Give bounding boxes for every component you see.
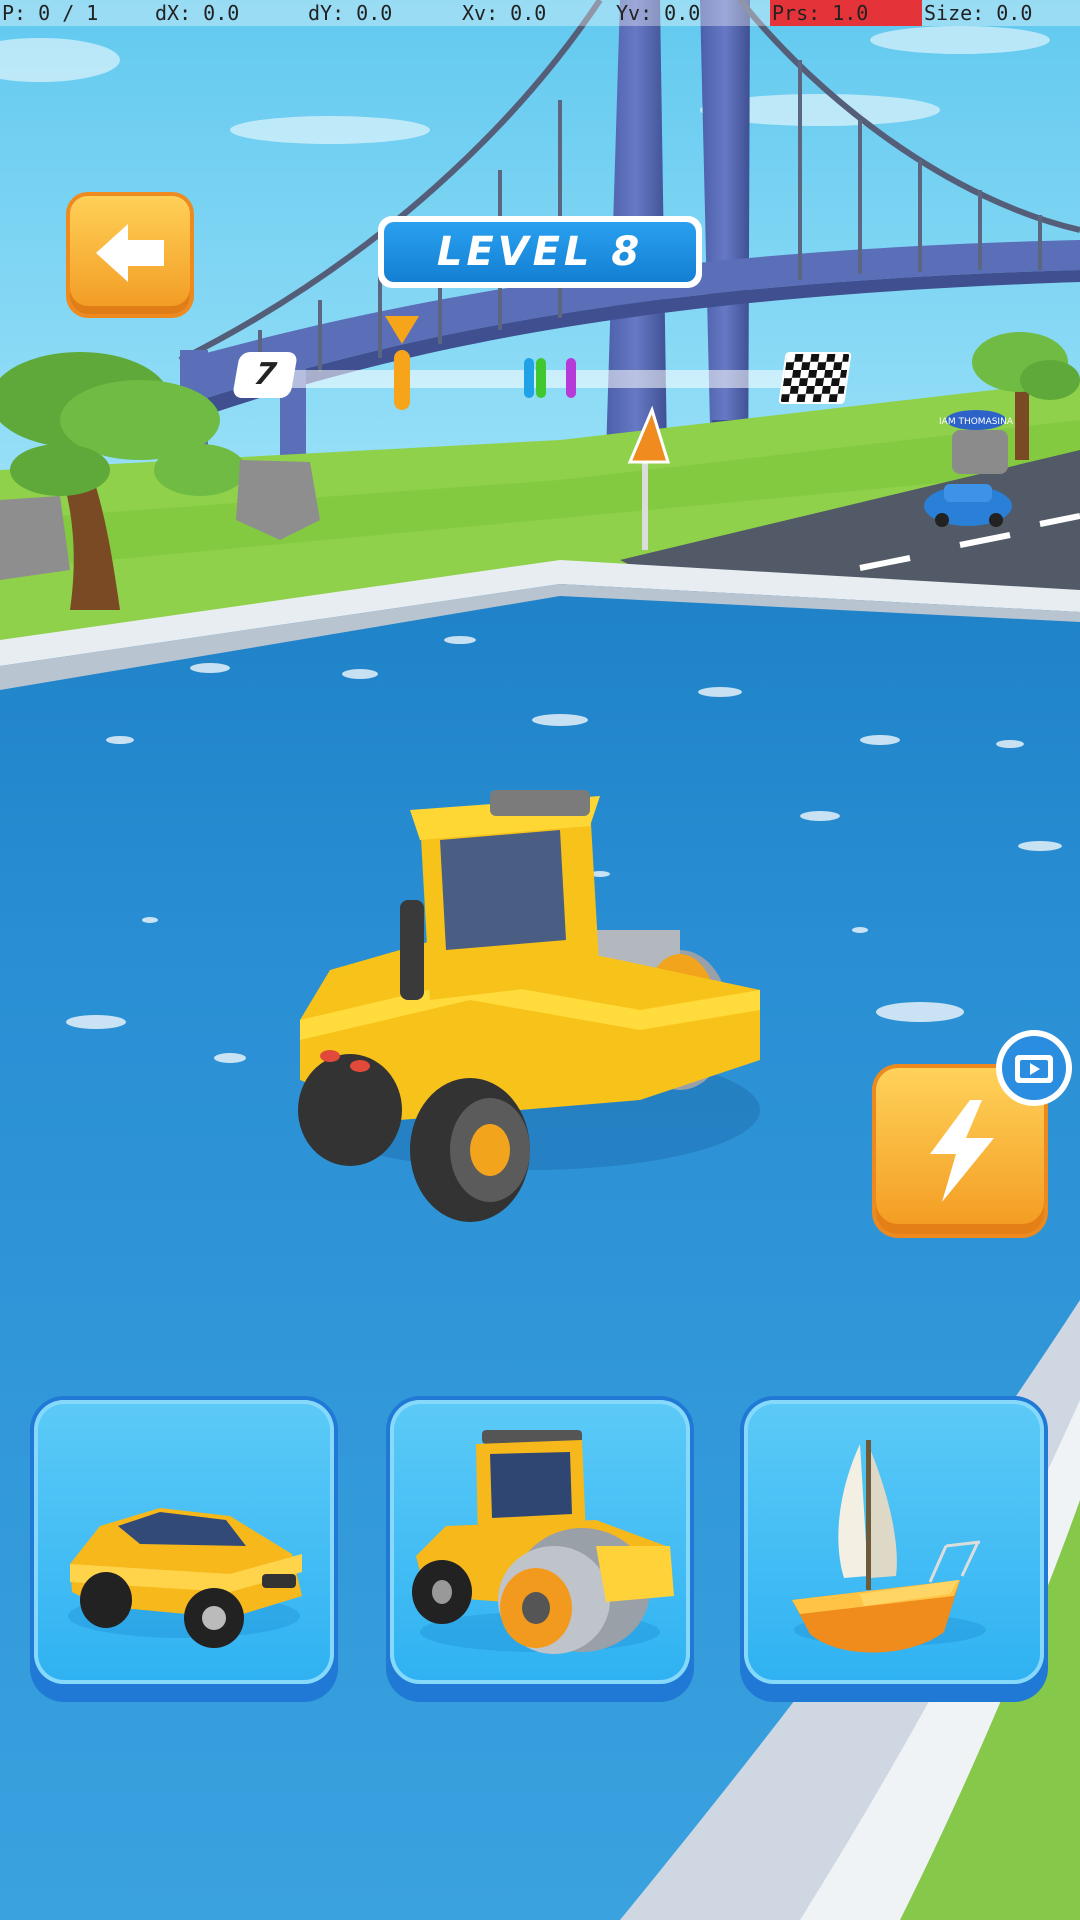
arrow-left-icon xyxy=(96,224,164,282)
debug-dy: dY: 0.0 xyxy=(308,1,393,25)
level-banner: LEVEL 8 xyxy=(378,216,702,288)
player-pointer-icon xyxy=(385,316,419,344)
rival-marker-green xyxy=(536,358,546,398)
sailboat-icon xyxy=(792,1440,986,1653)
rival-marker-blue xyxy=(524,358,534,398)
debug-overlay: P: 0 / 1 dX: 0.0 dY: 0.0 Xv: 0.0 Yv: 0.0… xyxy=(0,0,1080,26)
player-progress-marker xyxy=(394,350,410,410)
vehicle-card-road-roller[interactable] xyxy=(386,1396,694,1702)
debug-pressure: Prs: 1.0 xyxy=(770,0,922,26)
debug-dx: dX: 0.0 xyxy=(155,1,240,25)
current-level-badge: 7 xyxy=(231,352,299,398)
watch-video-badge[interactable] xyxy=(996,1030,1072,1106)
lightning-icon xyxy=(930,1100,994,1202)
vehicle-card-car[interactable] xyxy=(30,1396,338,1702)
debug-size: Size: 0.0 xyxy=(924,1,1033,25)
rival-marker-purple xyxy=(566,358,576,398)
debug-yv: Yv: 0.0 xyxy=(616,1,701,25)
video-icon xyxy=(1015,1055,1053,1083)
back-button[interactable] xyxy=(70,196,190,314)
checkered-flag-icon xyxy=(778,352,852,404)
sports-car-icon xyxy=(68,1508,302,1648)
debug-pointer: P: 0 / 1 xyxy=(2,1,99,25)
level-title: LEVEL 8 xyxy=(384,222,696,282)
debug-xv: Xv: 0.0 xyxy=(462,1,547,25)
road-roller-icon xyxy=(412,1430,674,1654)
sign-text: IAM THOMASINA xyxy=(939,417,1014,427)
vehicle-card-boat[interactable] xyxy=(740,1396,1048,1702)
